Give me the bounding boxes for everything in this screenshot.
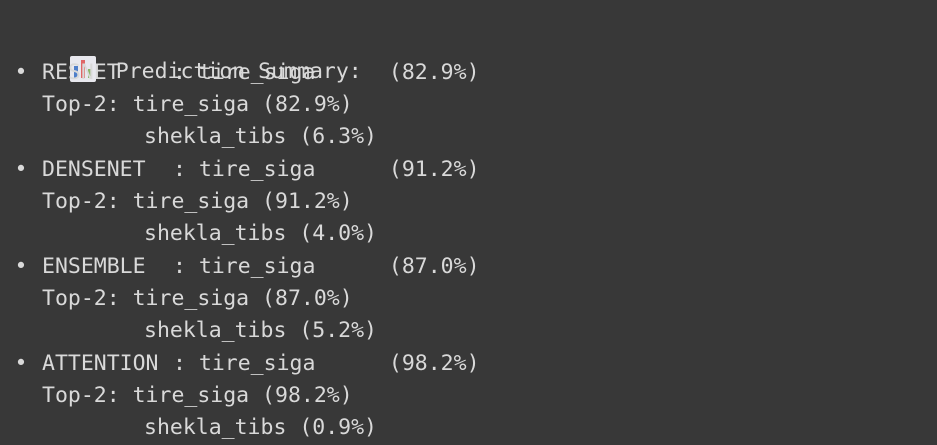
top2-entry: tire_siga (98.2%) (132, 383, 353, 409)
predicted-label: tire_siga (198, 351, 316, 376)
top2-entry: shekla_tibs (6.3%) (144, 124, 377, 150)
top2-entry: tire_siga (82.9%) (132, 92, 353, 118)
top2-line-2: shekla_tibs (5.2%) (0, 315, 937, 347)
top2-entry: shekla_tibs (4.0%) (144, 221, 377, 247)
top2-entry: tire_siga (87.0%) (132, 286, 353, 312)
top2-line-1: Top-2: tire_siga (98.2%) (0, 380, 937, 412)
model-block-attention: • ATTENTION: tire_siga (98.2%) Top-2: tire… (0, 348, 937, 445)
top2-line-1: Top-2: tire_siga (82.9%) (0, 89, 937, 121)
top2-entry: shekla_tibs (0.9%) (144, 415, 377, 441)
top2-entry: shekla_tibs (5.2%) (144, 318, 377, 344)
predicted-label: tire_siga (198, 157, 316, 182)
model-result-line: • ENSEMBLE: tire_siga (87.0%) (0, 251, 937, 283)
top2-prefix: Top-2: (42, 189, 133, 215)
model-block-densenet: • DENSENET: tire_siga (91.2%) Top-2: tire_… (0, 154, 937, 251)
separator: : (173, 351, 186, 376)
console-output: Prediction Summary: • RESNET: tire_siga (8… (0, 0, 937, 445)
model-block-ensemble: • ENSEMBLE: tire_siga (87.0%) Top-2: tire_… (0, 251, 937, 348)
model-result-line: • ATTENTION: tire_siga (98.2%) (0, 348, 937, 380)
separator: : (173, 254, 186, 279)
separator: : (173, 60, 186, 85)
confidence: (87.0%) (388, 254, 480, 279)
model-name: RESNET (42, 60, 120, 85)
bullet: • (14, 60, 28, 85)
top2-prefix: Top-2: (42, 383, 133, 409)
bullet: • (14, 157, 28, 182)
top2-entry: tire_siga (91.2%) (132, 189, 353, 215)
separator: : (173, 157, 186, 182)
top2-line-2: shekla_tibs (6.3%) (0, 121, 937, 153)
bullet: • (14, 351, 28, 376)
top2-line-2: shekla_tibs (0.9%) (0, 412, 937, 444)
top2-prefix: Top-2: (42, 92, 133, 118)
model-name: ENSEMBLE (42, 254, 146, 279)
top2-prefix: Top-2: (42, 286, 133, 312)
top2-line-2: shekla_tibs (4.0%) (0, 218, 937, 250)
model-block-resnet: • RESNET: tire_siga (82.9%) Top-2: tire_si… (0, 57, 937, 154)
summary-header: Prediction Summary: (18, 24, 362, 84)
model-name: DENSENET (42, 157, 146, 182)
confidence: (91.2%) (388, 157, 480, 182)
predicted-label: tire_siga (198, 254, 316, 279)
top2-line-1: Top-2: tire_siga (91.2%) (0, 186, 937, 218)
model-result-line: • RESNET: tire_siga (82.9%) (0, 57, 937, 89)
model-result-line: • DENSENET: tire_siga (91.2%) (0, 154, 937, 186)
bullet: • (14, 254, 28, 279)
confidence: (98.2%) (388, 351, 480, 376)
predicted-label: tire_siga (198, 60, 316, 85)
top2-line-1: Top-2: tire_siga (87.0%) (0, 283, 937, 315)
confidence: (82.9%) (388, 60, 480, 85)
model-name: ATTENTION (42, 351, 159, 376)
